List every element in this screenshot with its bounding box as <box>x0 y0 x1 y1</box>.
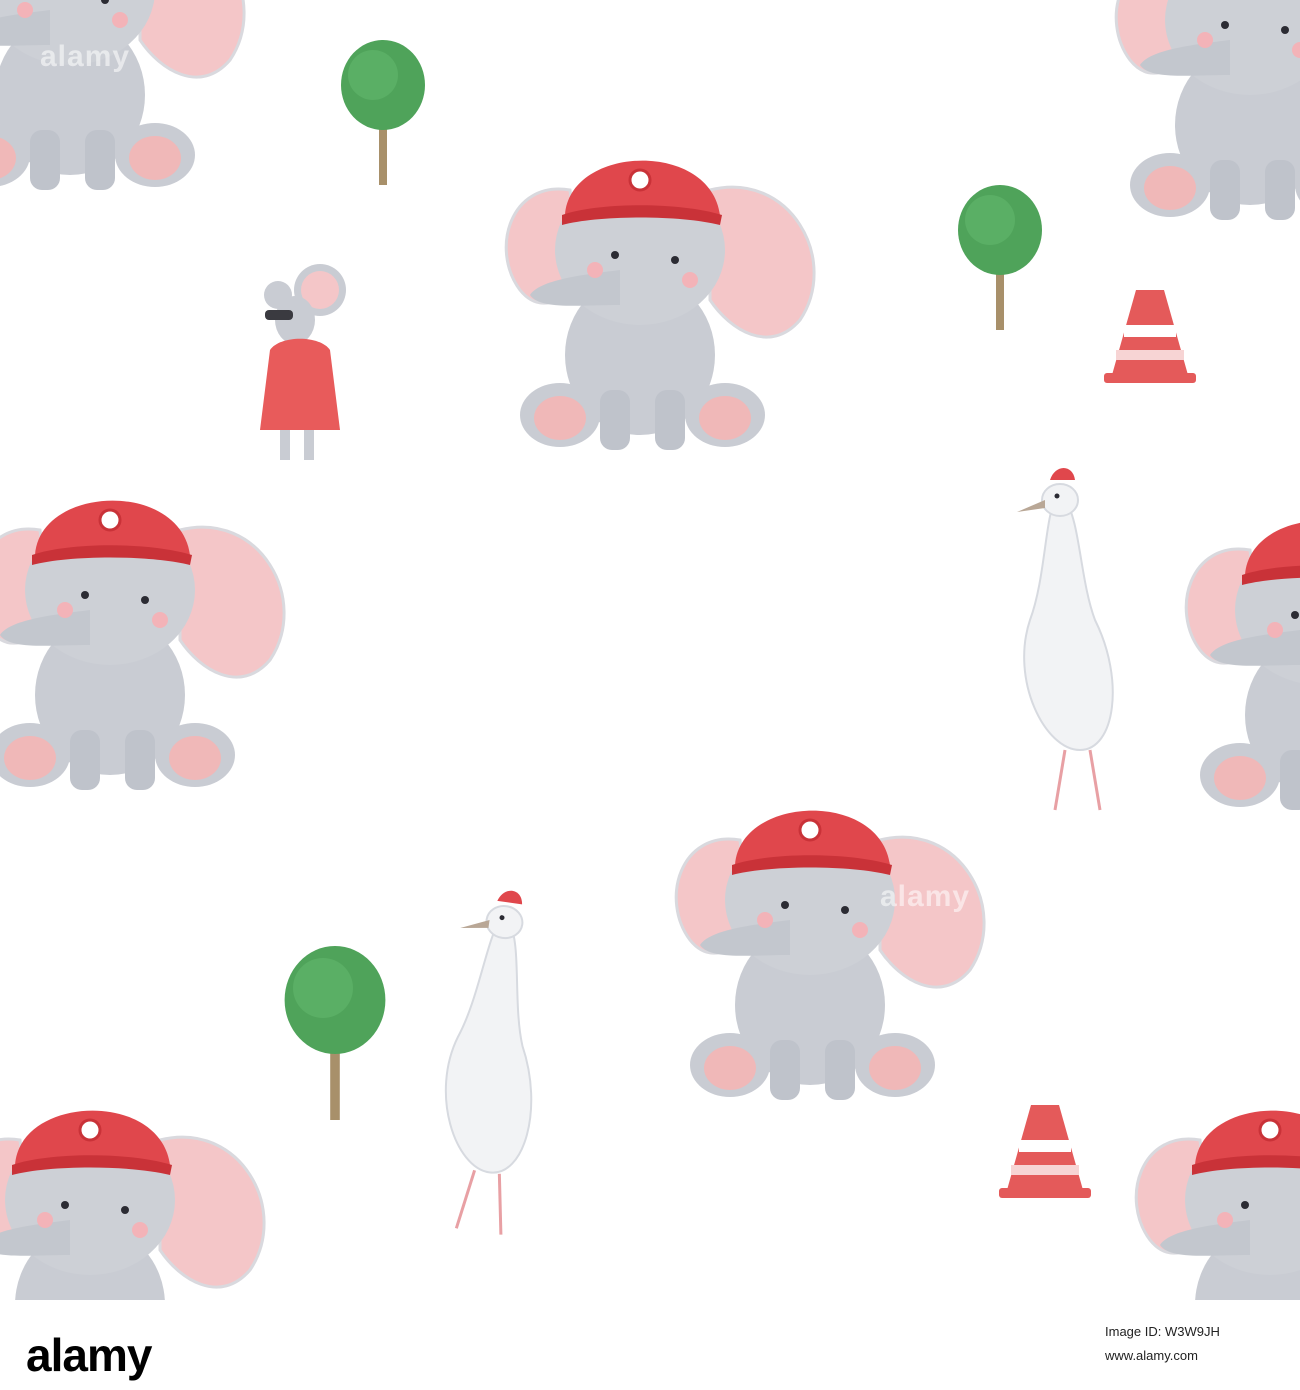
elephant-top-right-partial <box>1114 0 1300 222</box>
traffic-cone-lower <box>999 1105 1091 1198</box>
elephant-center-bottom <box>674 809 986 1102</box>
traffic-cone-upper <box>1104 290 1196 383</box>
goose-right <box>1015 466 1115 812</box>
mouse-with-binoculars <box>260 264 346 460</box>
elephant-right-edge-partial <box>1184 519 1300 812</box>
tree-top <box>341 40 425 185</box>
tree-lower-left <box>284 946 386 1120</box>
elephant-bottom-left-partial <box>0 1109 266 1300</box>
alamy-logo[interactable]: alamy <box>26 1328 152 1382</box>
stock-footer: alamy Image ID: W3W9JH www.alamy.com <box>0 1300 1300 1390</box>
pattern-canvas: alamy alamy alamy <box>0 0 1300 1300</box>
image-id-label: Image ID: W3W9JH <box>1105 1324 1220 1339</box>
elephant-top-left-partial <box>0 0 246 192</box>
elephant-left-middle <box>0 499 286 792</box>
watercolor-pattern <box>0 0 1300 1300</box>
tree-upper-right <box>958 185 1042 330</box>
site-url-link[interactable]: www.alamy.com <box>1105 1348 1198 1363</box>
elephant-bottom-right-partial <box>1134 1109 1300 1300</box>
elephant-center-top <box>504 159 816 452</box>
goose-lower-left <box>417 882 563 1238</box>
logo-text: alamy <box>26 1329 152 1381</box>
